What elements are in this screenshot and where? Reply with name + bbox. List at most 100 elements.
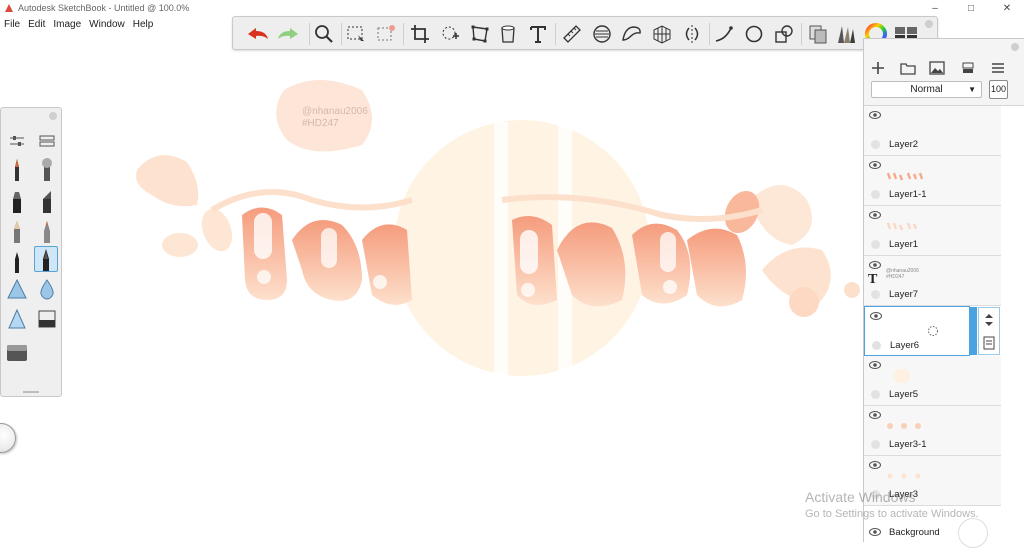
ink-pen-icon[interactable] <box>5 156 29 182</box>
copy-paste-icon[interactable] <box>805 21 831 47</box>
layer-thumbnail-text: @nhanau2006 #HD247 <box>886 268 919 280</box>
layer-lock-dot[interactable] <box>871 240 880 249</box>
perspective-icon[interactable] <box>649 21 675 47</box>
layer-row-selected[interactable]: Layer6 <box>864 306 970 356</box>
color-puck[interactable] <box>0 423 16 453</box>
merge-layer-icon[interactable] <box>958 59 978 77</box>
eye-icon[interactable] <box>869 111 881 119</box>
stroke-line-icon[interactable] <box>711 21 737 47</box>
felt-pen-icon[interactable] <box>35 218 59 244</box>
title-bar: Autodesk SketchBook - Untitled @ 100.0% … <box>0 0 1024 17</box>
layer-row[interactable]: Layer5 <box>864 356 1001 406</box>
select-magic-icon[interactable] <box>373 21 399 47</box>
chevron-down-icon: ▼ <box>968 85 976 94</box>
blur-icon[interactable] <box>35 276 59 302</box>
eye-icon[interactable] <box>869 161 881 169</box>
loading-spinner-icon <box>928 326 938 336</box>
eye-icon[interactable] <box>869 361 881 369</box>
layer-panel-close-icon[interactable] <box>1011 43 1019 51</box>
layer-name: Layer5 <box>889 389 919 400</box>
french-curve-icon[interactable] <box>619 21 645 47</box>
layer-move-icon[interactable] <box>983 313 995 327</box>
layer-opacity-field[interactable]: 100 <box>989 80 1008 99</box>
menu-file[interactable]: File <box>0 17 24 33</box>
layer-name: Layer3-1 <box>889 439 927 450</box>
menu-window[interactable]: Window <box>85 17 129 33</box>
eye-icon[interactable] <box>870 312 882 320</box>
marker-icon[interactable] <box>5 188 29 214</box>
layer-lock-dot[interactable] <box>871 390 880 399</box>
ruler-icon[interactable] <box>559 21 585 47</box>
drawing-canvas[interactable]: @nhanau2006 #HD247 <box>62 50 862 542</box>
sharpen-icon[interactable] <box>5 306 29 332</box>
menu-help[interactable]: Help <box>129 17 158 33</box>
toolbar-close-icon[interactable] <box>925 20 933 28</box>
redo-icon[interactable] <box>275 21 301 47</box>
ellipse-guide-icon[interactable] <box>589 21 615 47</box>
layer-row[interactable]: Layer1-1 <box>864 156 1001 206</box>
maximize-button[interactable]: □ <box>954 0 988 17</box>
layer-row[interactable]: T @nhanau2006 #HD247 Layer7 <box>864 256 1001 306</box>
pencil-icon[interactable] <box>5 218 29 244</box>
menu-image[interactable]: Image <box>49 17 85 33</box>
layer-row[interactable]: Layer2 <box>864 106 1001 156</box>
brush-library-icon[interactable] <box>833 21 859 47</box>
layer-lock-dot[interactable] <box>871 190 880 199</box>
quick-action-button[interactable] <box>958 518 988 548</box>
select-rect-icon[interactable] <box>343 21 369 47</box>
close-button[interactable]: ✕ <box>990 0 1024 17</box>
fill-bucket-icon[interactable] <box>495 21 521 47</box>
layer-options-icon[interactable] <box>983 336 995 350</box>
fine-pen-icon[interactable] <box>5 248 29 274</box>
circle-shape-icon[interactable] <box>741 21 767 47</box>
hard-eraser-icon[interactable] <box>5 340 29 366</box>
selected-layer-handle[interactable] <box>969 307 977 355</box>
blend-mode-value: Normal <box>910 84 943 95</box>
distort-icon[interactable] <box>467 21 493 47</box>
layer-lock-dot[interactable] <box>871 440 880 449</box>
layer-lock-dot[interactable] <box>871 140 880 149</box>
folder-icon[interactable] <box>898 59 918 77</box>
eraser-icon[interactable] <box>35 306 59 332</box>
menu-bar: File Edit Image Window Help <box>0 17 157 33</box>
layer-list[interactable]: Layer2 Layer1-1 Layer1 T @nhanau2006 #HD… <box>864 105 1024 543</box>
eye-icon[interactable] <box>869 411 881 419</box>
brush-palette-grip[interactable] <box>23 391 39 393</box>
smudge-icon[interactable] <box>5 276 29 302</box>
layer-name: Layer7 <box>889 289 919 300</box>
chisel-marker-icon[interactable] <box>35 188 59 214</box>
brush-properties-icon[interactable] <box>5 128 29 154</box>
eye-icon[interactable] <box>869 528 881 536</box>
activate-windows-subtitle: Go to Settings to activate Windows. <box>805 508 979 520</box>
toolbar-separator <box>709 23 710 45</box>
menu-edit[interactable]: Edit <box>24 17 49 33</box>
activate-windows-title: Activate Windows <box>805 489 916 505</box>
selected-layer-tools <box>978 307 1000 355</box>
layer-name: Layer6 <box>890 340 920 351</box>
calligraphy-pen-icon[interactable] <box>34 246 58 272</box>
layer-editor-panel: Normal ▼ 100 Layer2 Layer1-1 Layer1 T @n… <box>863 38 1024 543</box>
menu-icon[interactable] <box>988 59 1008 77</box>
blend-mode-dropdown[interactable]: Normal ▼ <box>871 81 982 98</box>
eye-icon[interactable] <box>869 461 881 469</box>
airbrush-icon[interactable] <box>35 156 59 182</box>
text-icon[interactable] <box>525 21 551 47</box>
undo-icon[interactable] <box>245 21 271 47</box>
eye-icon[interactable] <box>869 261 881 269</box>
add-layer-icon[interactable] <box>868 59 888 77</box>
layer-lock-dot[interactable] <box>872 341 881 350</box>
image-import-icon[interactable] <box>927 59 947 77</box>
minimize-button[interactable]: – <box>918 0 952 17</box>
lasso-transform-icon[interactable] <box>437 21 463 47</box>
layer-thumbnail <box>887 423 921 429</box>
shapes-icon[interactable] <box>771 21 797 47</box>
brush-library-toggle-icon[interactable] <box>35 128 59 154</box>
crop-icon[interactable] <box>407 21 433 47</box>
layer-lock-dot[interactable] <box>871 290 880 299</box>
layer-row[interactable]: Layer1 <box>864 206 1001 256</box>
layer-row[interactable]: Layer3-1 <box>864 406 1001 456</box>
symmetry-icon[interactable] <box>679 21 705 47</box>
brush-palette-close-icon[interactable] <box>49 112 57 120</box>
eye-icon[interactable] <box>869 211 881 219</box>
zoom-icon[interactable] <box>311 21 337 47</box>
